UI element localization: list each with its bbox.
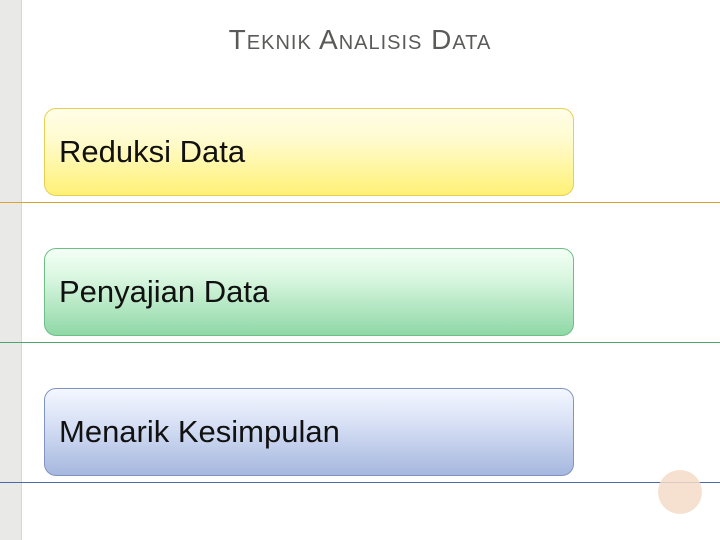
item-box-reduksi: Reduksi Data xyxy=(44,108,574,196)
slide-title: Teknik Analisis Data xyxy=(0,24,720,56)
list-item: Penyajian Data xyxy=(0,244,720,342)
list-item: Menarik Kesimpulan xyxy=(0,384,720,482)
item-label: Reduksi Data xyxy=(59,134,245,170)
item-box-penyajian: Penyajian Data xyxy=(44,248,574,336)
item-label: Penyajian Data xyxy=(59,274,269,310)
circle-decor xyxy=(658,470,702,514)
item-label: Menarik Kesimpulan xyxy=(59,414,340,450)
divider xyxy=(0,342,720,343)
item-box-kesimpulan: Menarik Kesimpulan xyxy=(44,388,574,476)
divider xyxy=(0,482,720,483)
divider xyxy=(0,202,720,203)
list-item: Reduksi Data xyxy=(0,104,720,202)
